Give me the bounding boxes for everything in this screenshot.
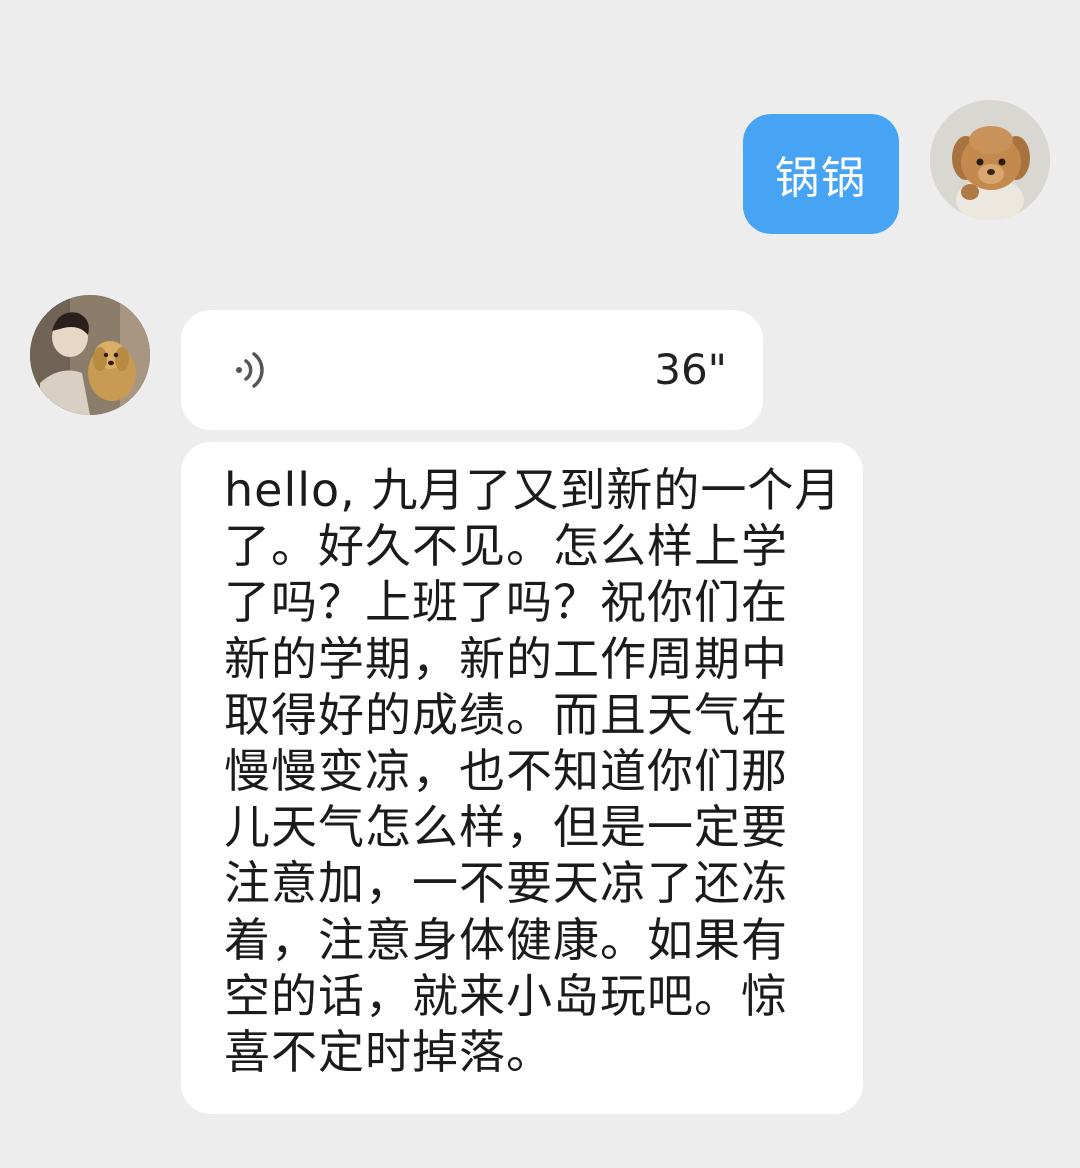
chat-window: 锅锅 36" hello, 九月了又到新的一个月 了。好久不见。怎么样上学 了吗…: [0, 0, 1080, 1168]
sent-message-bubble[interactable]: 锅锅: [743, 114, 899, 234]
message-line: 注意加，一不要天凉了还冻: [224, 856, 788, 911]
message-line: 了。好久不见。怎么样上学: [224, 519, 788, 574]
person-with-dog-avatar-graphic: [30, 295, 150, 415]
message-line: hello, 九月了又到新的一个月: [224, 463, 842, 517]
message-line: 取得好的成绩。而且天气在: [224, 687, 788, 742]
message-line: 了吗？上班了吗？祝你们在: [224, 575, 788, 630]
voice-message-bubble[interactable]: 36": [181, 310, 763, 430]
voice-wave-icon: [229, 348, 273, 392]
person-with-dog-avatar-icon[interactable]: [30, 295, 150, 415]
sent-message-text: 锅锅: [775, 153, 867, 204]
message-line: 新的学期，新的工作周期中: [224, 631, 788, 686]
plush-puppy-avatar-graphic: [930, 100, 1050, 220]
message-line: 慢慢变凉，也不知道你们那: [224, 744, 788, 799]
plush-puppy-avatar-icon[interactable]: [930, 100, 1050, 220]
received-text-bubble[interactable]: hello, 九月了又到新的一个月 了。好久不见。怎么样上学 了吗？上班了吗？祝…: [181, 442, 863, 1114]
message-line: 空的话，就来小岛玩吧。惊: [224, 968, 788, 1023]
voice-duration-label: 36": [654, 345, 727, 394]
message-line: 着，注意身体健康。如果有: [224, 912, 788, 967]
message-line: 喜不定时掉落。: [224, 1025, 553, 1080]
message-line: 儿天气怎么样，但是一定要: [224, 800, 788, 855]
